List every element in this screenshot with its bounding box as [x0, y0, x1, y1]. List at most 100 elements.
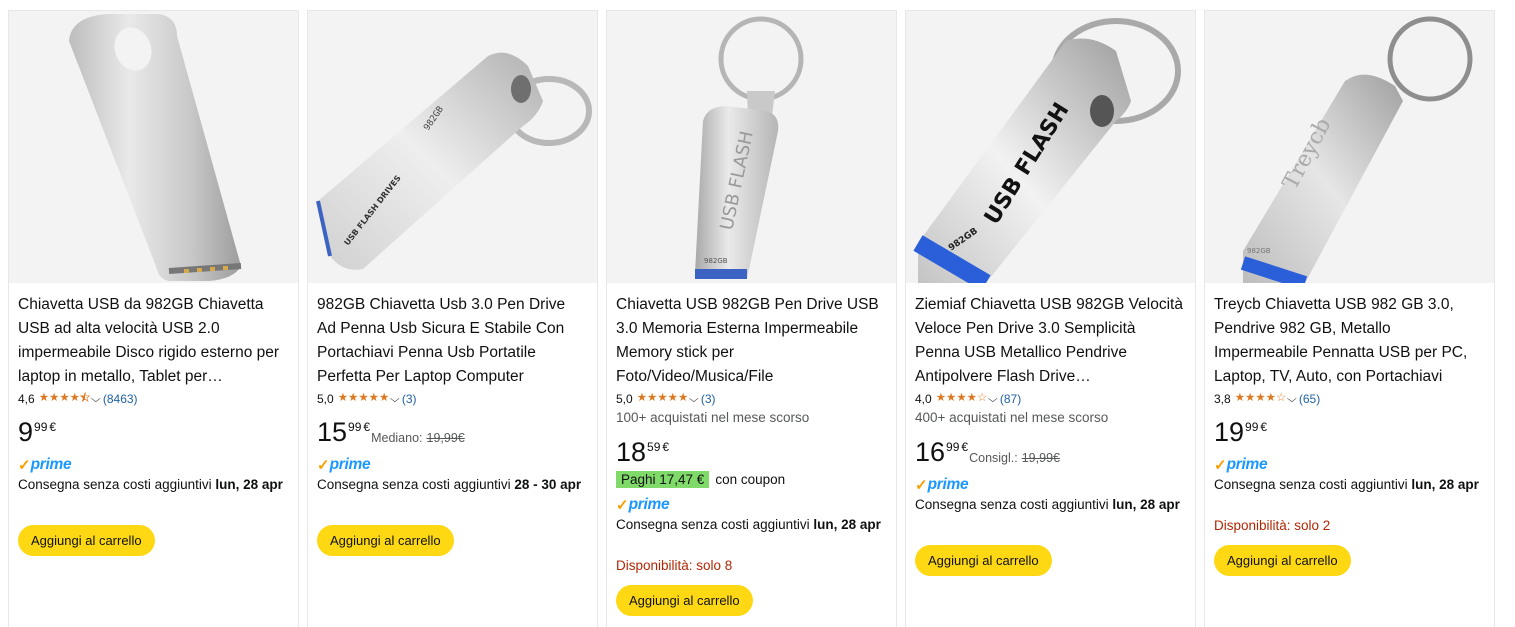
review-count-link[interactable]: (87)	[1000, 392, 1021, 406]
price[interactable]: 9 99 €	[18, 417, 56, 447]
coupon-badge: Paghi 17,47 €	[616, 471, 710, 488]
add-to-cart-button[interactable]: Aggiungi al carrello	[18, 525, 155, 556]
price-fraction: 59	[647, 440, 661, 454]
prime-logo: prime	[1226, 456, 1268, 474]
star-icon: ★	[69, 392, 80, 405]
price[interactable]: 19 99 €	[1214, 417, 1267, 447]
reference-price-label: Mediano:	[371, 431, 423, 445]
prime-badge: ✓ prime	[18, 456, 72, 474]
star-icon: ★	[79, 392, 91, 405]
rating-row: 4,0 ★ ★ ★ ★ ☆ ⌵ (87)	[915, 391, 1021, 407]
availability: Disponibilità: solo 8	[616, 558, 733, 573]
price-fraction: 99	[1245, 420, 1259, 434]
star-icon: ★	[956, 392, 967, 405]
coupon-text: con coupon	[715, 472, 786, 487]
star-icon: ★	[1265, 392, 1276, 405]
star-icon: ★	[966, 392, 977, 405]
price-currency: €	[363, 420, 371, 434]
star-icon: ★	[1255, 392, 1266, 405]
product-image[interactable]: USB FLASH 982GB	[607, 11, 896, 283]
prime-logo: prime	[329, 456, 371, 474]
delivery-date: lun, 28 apr	[1112, 497, 1180, 512]
availability: Disponibilità: solo 2	[1214, 518, 1331, 533]
delivery-date: lun, 28 apr	[1411, 477, 1479, 492]
review-count-link[interactable]: (65)	[1299, 392, 1320, 406]
product-card: USB FLASH 982GB Chiavetta USB 982GB Pen …	[606, 10, 897, 627]
strikethrough-price: 19,99€	[1021, 451, 1060, 465]
delivery-prefix: Consegna senza costi aggiuntivi	[915, 497, 1109, 512]
delivery-info: Consegna senza costi aggiuntivi lun, 28 …	[18, 475, 288, 495]
star-rating[interactable]: ★ ★ ★ ★ ★	[38, 392, 91, 405]
star-rating[interactable]: ★ ★ ★ ★ ★	[637, 393, 689, 405]
star-icon: ★	[38, 392, 49, 405]
add-to-cart-button[interactable]: Aggiungi al carrello	[915, 545, 1052, 576]
price-fraction: 99	[34, 420, 48, 434]
add-to-cart-button[interactable]: Aggiungi al carrello	[317, 525, 454, 556]
prime-badge: ✓ prime	[317, 456, 371, 474]
product-title[interactable]: Treycb Chiavetta USB 982 GB 3.0, Pendriv…	[1214, 293, 1482, 389]
product-title[interactable]: Ziemiaf Chiavetta USB 982GB Velocità Vel…	[915, 293, 1183, 389]
strikethrough-price: 19,99€	[426, 431, 465, 445]
rating-value: 5,0	[616, 392, 633, 406]
star-icon: ★	[636, 392, 647, 405]
prime-badge: ✓ prime	[1214, 456, 1268, 474]
product-image[interactable]: Treycb 982GB	[1205, 11, 1494, 283]
usb-drive-image: USB FLASH 982GB	[695, 16, 804, 279]
star-icon: ★	[368, 392, 379, 405]
star-icon: ★	[358, 392, 369, 405]
price-whole: 15	[317, 417, 348, 447]
search-results-grid: Chiavetta USB da 982GB Chiavetta USB ad …	[0, 0, 1515, 627]
star-icon: ★	[657, 392, 668, 405]
star-rating[interactable]: ★ ★ ★ ★ ☆	[1235, 393, 1287, 405]
product-title[interactable]: Chiavetta USB 982GB Pen Drive USB 3.0 Me…	[616, 293, 884, 389]
rating-row: 4,6 ★ ★ ★ ★ ★ ⌵ (8463)	[18, 391, 138, 407]
review-count-link[interactable]: (3)	[402, 392, 417, 406]
price-fraction: 99	[348, 420, 362, 434]
reference-price: Consigl.: 19,99€	[969, 451, 1060, 465]
add-to-cart-button[interactable]: Aggiungi al carrello	[616, 585, 753, 616]
product-title[interactable]: Chiavetta USB da 982GB Chiavetta USB ad …	[18, 293, 286, 389]
delivery-prefix: Consegna senza costi aggiuntivi	[1214, 477, 1408, 492]
price-currency: €	[49, 420, 57, 434]
price-whole: 18	[616, 437, 647, 467]
chevron-down-icon[interactable]: ⌵	[689, 394, 699, 405]
star-rating[interactable]: ★ ★ ★ ★ ★	[338, 393, 390, 405]
price-currency: €	[961, 440, 969, 454]
delivery-prefix: Consegna senza costi aggiuntivi	[18, 477, 212, 492]
product-image[interactable]: 982GB USB FLASH DRIVES	[308, 11, 597, 283]
reference-price-label: Consigl.:	[969, 451, 1018, 465]
star-icon: ★	[1245, 392, 1256, 405]
star-rating[interactable]: ★ ★ ★ ★ ☆	[936, 393, 988, 405]
star-icon: ★	[667, 392, 678, 405]
chevron-down-icon[interactable]: ⌵	[1287, 394, 1297, 405]
price-whole: 16	[915, 437, 946, 467]
product-image[interactable]: USB FLASH 982GB	[906, 11, 1195, 283]
rating-row: 5,0 ★ ★ ★ ★ ★ ⌵ (3)	[317, 391, 417, 407]
price[interactable]: 15 99 € Mediano: 19,99€	[317, 417, 465, 447]
price[interactable]: 16 99 € Consigl.: 19,99€	[915, 437, 1060, 467]
chevron-down-icon[interactable]: ⌵	[390, 394, 400, 405]
product-card: Chiavetta USB da 982GB Chiavetta USB ad …	[8, 10, 299, 627]
prime-check-icon: ✓	[317, 456, 330, 474]
coupon-row: Paghi 17,47 € con coupon	[616, 471, 785, 488]
star-icon: ★	[935, 392, 946, 405]
chevron-down-icon[interactable]: ⌵	[91, 394, 101, 405]
price-whole: 19	[1214, 417, 1245, 447]
prime-check-icon: ✓	[616, 496, 629, 514]
product-title[interactable]: 982GB Chiavetta Usb 3.0 Pen Drive Ad Pen…	[317, 293, 585, 389]
product-image[interactable]	[9, 11, 298, 283]
delivery-info: Consegna senza costi aggiuntivi lun, 28 …	[1214, 475, 1484, 495]
price[interactable]: 18 59 €	[616, 437, 669, 467]
usb-drive-image	[69, 14, 242, 281]
prime-badge: ✓ prime	[915, 476, 969, 494]
review-count-link[interactable]: (8463)	[103, 392, 138, 406]
review-count-link[interactable]: (3)	[701, 392, 716, 406]
price-whole: 9	[18, 417, 34, 447]
add-to-cart-button[interactable]: Aggiungi al carrello	[1214, 545, 1351, 576]
rating-value: 4,0	[915, 392, 932, 406]
prime-check-icon: ✓	[1214, 456, 1227, 474]
star-icon: ★	[49, 392, 60, 405]
star-icon: ☆	[976, 392, 988, 405]
star-icon: ★	[647, 392, 658, 405]
chevron-down-icon[interactable]: ⌵	[988, 394, 998, 405]
